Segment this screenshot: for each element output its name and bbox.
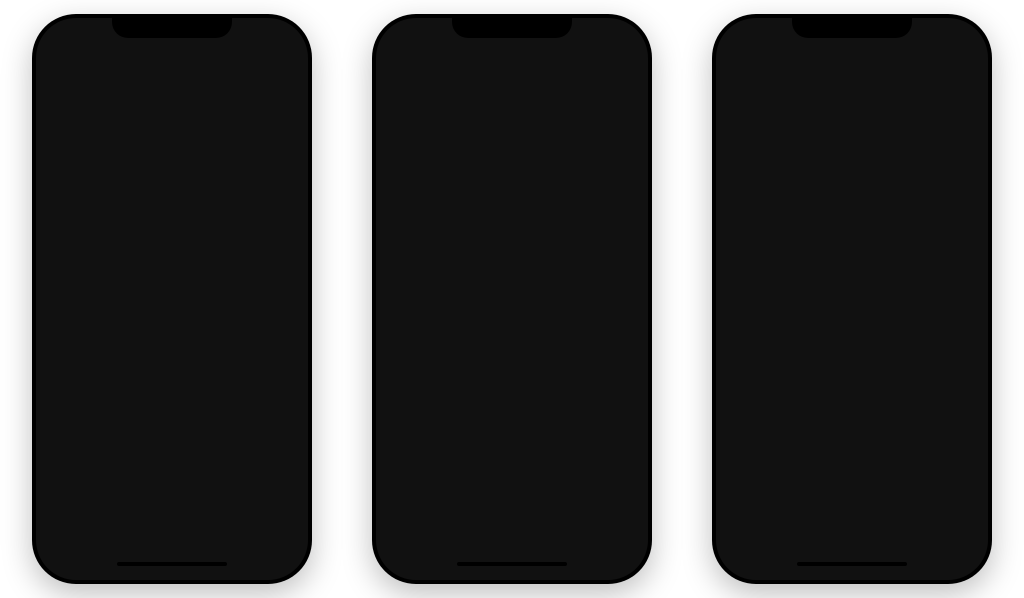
chat-name: Melissa Rauff bbox=[786, 506, 948, 521]
chat-row[interactable]: Bria HunterYeah that works · 9:01 pm bbox=[724, 277, 980, 331]
story-avatar[interactable] bbox=[897, 102, 939, 144]
settings-row[interactable]: New Mail bbox=[50, 298, 136, 315]
volume-slider[interactable] bbox=[50, 179, 136, 197]
chat-row[interactable]: Eugenio PadillaSent a photo · 1m bbox=[724, 169, 980, 223]
chat-preview: You: K see you there · 8:28 am bbox=[786, 251, 948, 264]
home-indicator[interactable] bbox=[117, 562, 227, 566]
settings-row[interactable]: Change with Buttons bbox=[50, 197, 136, 214]
wifi-icon bbox=[592, 37, 604, 46]
chat-avatar bbox=[736, 446, 776, 486]
chat-preview: Do you wanna get boba? · Mon bbox=[786, 413, 948, 426]
chat-row[interactable]: Flo LenormandDo you wanna get boba? · Mo… bbox=[724, 385, 980, 439]
nav-back[interactable]: Settings bbox=[50, 108, 136, 118]
settings-app-icon[interactable] bbox=[56, 72, 84, 100]
chat-name: Bria Hunter bbox=[786, 290, 948, 305]
chat-row[interactable]: RoommatesPatrick sent a photo · Mon bbox=[724, 439, 980, 493]
story-avatar[interactable] bbox=[789, 102, 831, 144]
messenger-app-icon[interactable]: ⚡ bbox=[124, 74, 148, 98]
chat-avatar bbox=[736, 500, 776, 526]
chat-preview: Sent a photo · 1m bbox=[786, 197, 948, 210]
chat-row[interactable]: Melissa RauffMai invited you to join a r… bbox=[724, 493, 980, 526]
home-indicator[interactable] bbox=[457, 562, 567, 566]
app-switcher-card-settings[interactable]: Settings VIBRATE Vibrate on Ring Vibrate… bbox=[44, 102, 142, 532]
post-image[interactable] bbox=[264, 170, 300, 290]
settings-row[interactable]: Vibrate on Silent bbox=[50, 149, 136, 166]
home-icon[interactable]: ⌂ bbox=[278, 513, 285, 528]
chat-name: Mai Bouchet bbox=[786, 344, 948, 359]
settings-footnote: The volume of the ringer and alerts will… bbox=[50, 214, 136, 227]
comment-icon[interactable] bbox=[283, 293, 295, 305]
camera-icon[interactable] bbox=[268, 108, 280, 118]
settings-row[interactable]: Vibrate on Ring bbox=[50, 132, 136, 149]
chat-preview: Patrick sent a photo · Mon bbox=[786, 467, 948, 480]
faceid-label: Face ID bbox=[492, 347, 532, 361]
instagram-app-icon[interactable] bbox=[260, 72, 288, 100]
settings-row[interactable]: Text Tone bbox=[50, 264, 136, 281]
chat-avatar bbox=[736, 230, 776, 270]
status-time: 9:41 bbox=[738, 35, 760, 48]
unread-badge: 1 bbox=[791, 531, 806, 544]
story-avatar[interactable] bbox=[951, 102, 980, 144]
chat-preview: Yeah that works · 9:01 pm bbox=[786, 305, 948, 318]
chat-row[interactable]: Susie LeeYou: K see you there · 8:28 am bbox=[724, 223, 980, 277]
faceid-icon bbox=[493, 301, 531, 339]
chat-avatar bbox=[736, 284, 776, 324]
like-icon[interactable]: ♡ bbox=[266, 293, 278, 305]
share-icon[interactable] bbox=[298, 293, 300, 305]
settings-row[interactable]: AirDrop bbox=[50, 366, 136, 383]
add-story-button[interactable] bbox=[735, 102, 777, 144]
people-icon: 👥 bbox=[905, 534, 927, 555]
chat-avatar bbox=[736, 392, 776, 432]
story-avatar[interactable] bbox=[290, 123, 300, 141]
section-header: VIBRATE bbox=[50, 124, 136, 131]
chat-name: Roommates bbox=[786, 452, 948, 467]
settings-row[interactable]: Calendar Alerts bbox=[50, 332, 136, 349]
compose-button[interactable] bbox=[950, 67, 968, 85]
chat-list: Eugenio PadillaSent a photo · 1mSusie Le… bbox=[724, 169, 980, 526]
chat-name: Susie Lee bbox=[786, 236, 948, 251]
online-dot bbox=[766, 314, 776, 324]
unread-dot bbox=[959, 192, 967, 200]
chat-row[interactable]: Mai BouchetYou: Can't wait! · 6:29 pm bbox=[724, 331, 980, 385]
likes-count[interactable]: 52 likes bbox=[264, 308, 300, 315]
chat-preview: You: Can't wait! · 6:29 pm bbox=[786, 359, 948, 372]
battery-icon bbox=[948, 37, 966, 46]
post-author-name[interactable]: susiness bbox=[283, 157, 300, 164]
settings-row[interactable]: Keyboard Clicks bbox=[50, 389, 136, 406]
post-author-avatar[interactable] bbox=[266, 153, 280, 167]
chat-avatar bbox=[736, 176, 776, 216]
settings-row[interactable]: Ringtone bbox=[50, 247, 136, 264]
home-indicator[interactable] bbox=[797, 562, 907, 566]
profile-avatar[interactable] bbox=[736, 62, 764, 90]
chat-name: Eugenio Padilla bbox=[786, 182, 948, 197]
chat-name: Flo Lenormand bbox=[786, 398, 948, 413]
messenger-logo-icon bbox=[167, 292, 217, 342]
app-switcher-card-instagram[interactable]: Your Story goto susiness ♡ bbox=[260, 102, 300, 532]
settings-row[interactable]: New Voicemail bbox=[50, 281, 136, 298]
chat-preview: Mai invited you to join a room. · Tue bbox=[786, 521, 948, 526]
story-avatar[interactable] bbox=[843, 102, 885, 144]
settings-row[interactable]: Reminder Alerts bbox=[50, 349, 136, 366]
section-header: RINGER AND ALERTS bbox=[50, 171, 136, 178]
story-your-story[interactable] bbox=[267, 123, 285, 141]
status-time: 9:41 bbox=[398, 35, 420, 48]
chat-avatar bbox=[736, 338, 776, 378]
page-title: Chats bbox=[830, 64, 885, 88]
signal-icon bbox=[574, 37, 588, 46]
faceid-prompt: Face ID bbox=[455, 274, 569, 388]
online-dot bbox=[926, 133, 936, 143]
stories-row: Your Story Flo Elyse Bria James bbox=[724, 94, 980, 169]
app-switcher-label: Messenger bbox=[154, 79, 214, 93]
settings-row[interactable]: Sent Mail bbox=[50, 315, 136, 332]
battery-icon bbox=[608, 37, 626, 46]
signal-icon bbox=[914, 37, 928, 46]
wifi-icon bbox=[932, 37, 944, 46]
app-switcher-card-messenger[interactable] bbox=[132, 102, 252, 532]
section-header: SOUNDS AND VIBRATION PATTERNS bbox=[50, 232, 136, 246]
chats-icon: ● bbox=[783, 534, 794, 555]
messenger-logo-icon bbox=[490, 78, 534, 122]
